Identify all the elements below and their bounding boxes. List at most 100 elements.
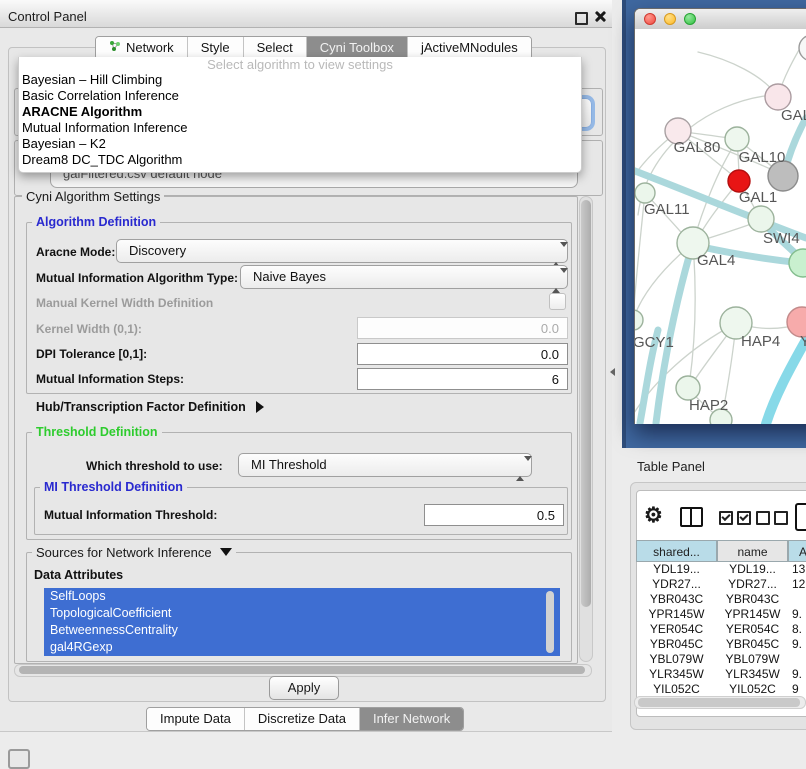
network-node-label: SWI4 <box>763 230 800 247</box>
select-all-icon[interactable] <box>719 511 751 525</box>
table-row[interactable]: YDR27...YDR27...12 <box>636 577 806 592</box>
mi-type-select[interactable]: Naive Bayes <box>240 265 568 289</box>
dropdown-item[interactable]: Basic Correlation Inference <box>19 88 582 104</box>
tab-style[interactable]: Style <box>188 37 244 59</box>
network-edge[interactable] <box>766 340 806 424</box>
app-root: { "control_panel": { "title": "Control P… <box>0 0 806 762</box>
splitter-collapse-icon[interactable] <box>610 368 615 376</box>
dropdown-item[interactable]: Mutual Information Inference <box>19 120 582 136</box>
sources-toggle[interactable]: Sources for Network Inference <box>32 545 236 560</box>
table-cell: YDR27... <box>717 577 788 592</box>
tab-network[interactable]: Network <box>96 37 188 59</box>
table-cell: 9. <box>788 607 806 622</box>
mi-threshold-field[interactable]: 0.5 <box>424 504 564 526</box>
network-node-left-small[interactable] <box>635 183 655 203</box>
stepper-icon <box>516 458 524 480</box>
table-cell <box>788 652 806 667</box>
table-row[interactable]: YIL052CYIL052C9 <box>636 682 806 697</box>
column-header-name[interactable]: name <box>717 540 788 562</box>
float-window-icon[interactable] <box>575 12 588 25</box>
table-horizontal-scrollbar[interactable] <box>634 696 806 709</box>
deselect-all-icon[interactable] <box>756 511 788 525</box>
table-cell: YBL079W <box>717 652 788 667</box>
network-edge[interactable] <box>698 52 776 94</box>
table-cell <box>788 592 806 607</box>
dropdown-item-selected[interactable]: ARACNE Algorithm <box>19 104 582 120</box>
dropdown-item[interactable]: Bayesian – K2 <box>19 136 582 152</box>
manual-kernel-label: Manual Kernel Width Definition <box>36 296 213 310</box>
table-row[interactable]: YLR345WYLR345W9. <box>636 667 806 682</box>
table-cell: 9 <box>788 682 806 697</box>
control-panel-titlebar <box>0 0 612 28</box>
stepper-icon <box>552 244 560 266</box>
minimize-traffic-light-icon[interactable] <box>664 13 676 25</box>
aracne-mode-select[interactable]: Discovery <box>116 239 568 263</box>
table-cell: YDR27... <box>636 577 717 592</box>
hub-definition-toggle[interactable]: Hub/Transcription Factor Definition <box>36 400 264 414</box>
close-traffic-light-icon[interactable] <box>644 13 656 25</box>
attribute-item-selected[interactable]: SelfLoops <box>44 588 560 605</box>
gear-icon[interactable]: ⚙ <box>644 503 663 528</box>
apply-button[interactable]: Apply <box>269 676 339 700</box>
stepper-icon <box>552 270 560 292</box>
attribute-item-selected[interactable]: gal4RGexp <box>44 639 560 656</box>
table-row[interactable]: YBL079WYBL079W <box>636 652 806 667</box>
attribute-item-selected[interactable]: BetweennessCentrality <box>44 622 560 639</box>
tab-discretize-data[interactable]: Discretize Data <box>245 708 360 730</box>
algorithm-dropdown-list: Select algorithm to view settings Bayesi… <box>18 57 582 173</box>
attribute-item-selected[interactable]: TopologicalCoefficient <box>44 605 560 622</box>
dpi-tolerance-field[interactable]: 0.0 <box>357 343 568 365</box>
table-cell: YIL052C <box>636 682 717 697</box>
tab-impute-data[interactable]: Impute Data <box>147 708 245 730</box>
network-node-gcy1[interactable] <box>635 310 643 330</box>
column-header-shared[interactable]: shared... <box>636 540 717 562</box>
table-cell: YLR345W <box>717 667 788 682</box>
network-node-label: GAL1 <box>739 189 777 206</box>
new-table-icon-partial[interactable] <box>795 503 806 531</box>
dropdown-item[interactable]: Dream8 DC_TDC Algorithm <box>19 152 582 168</box>
mi-threshold-group-title: MI Threshold Definition <box>40 480 187 494</box>
settings-vertical-scrollbar[interactable] <box>579 196 593 662</box>
table-row[interactable]: YER054CYER054C8. <box>636 622 806 637</box>
attribute-list-scrollbar[interactable] <box>546 591 554 653</box>
table-row[interactable]: YPR145WYPR145W9. <box>636 607 806 622</box>
zoom-traffic-light-icon[interactable] <box>684 13 696 25</box>
network-canvas[interactable]: GALGAL80GAL10GAL1GAL11SWI4GAL4GCY1HAP4YH… <box>635 29 806 424</box>
panel-title: Control Panel <box>8 3 87 30</box>
network-node-label: GAL4 <box>697 252 735 269</box>
close-icon[interactable] <box>595 11 606 22</box>
network-node-label: GAL <box>781 107 806 124</box>
tab-cyni-toolbox[interactable]: Cyni Toolbox <box>307 37 408 59</box>
tab-select[interactable]: Select <box>244 37 307 59</box>
table-panel-title: Table Panel <box>637 459 705 474</box>
which-threshold-select[interactable]: MI Threshold <box>238 453 532 477</box>
dropdown-item[interactable]: Bayesian – Hill Climbing <box>19 72 582 88</box>
column-view-icon[interactable] <box>680 507 703 527</box>
which-threshold-label: Which threshold to use: <box>86 459 223 473</box>
tab-infer-network[interactable]: Infer Network <box>360 708 463 730</box>
table-row[interactable]: YBR045CYBR045C9. <box>636 637 806 652</box>
table-cell: YBR043C <box>717 592 788 607</box>
table-body: YDL19...YDL19...13YDR27...YDR27...12YBR0… <box>636 562 806 702</box>
kernel-width-label: Kernel Width (0,1): <box>36 322 142 336</box>
collapse-down-icon <box>220 548 232 556</box>
mi-steps-field[interactable]: 6 <box>357 368 568 390</box>
network-node-partial-top[interactable] <box>799 35 806 61</box>
table-cell: YBR045C <box>636 637 717 652</box>
manual-kernel-checkbox[interactable] <box>549 293 566 310</box>
dropdown-prompt: Select algorithm to view settings <box>19 57 581 72</box>
kernel-width-field[interactable]: 0.0 <box>357 317 568 339</box>
network-node-gal10[interactable] <box>725 127 749 151</box>
column-header-partial[interactable]: A <box>788 540 806 562</box>
network-node-label: GCY1 <box>635 334 674 351</box>
network-view-window: GALGAL80GAL10GAL1GAL11SWI4GAL4GCY1HAP4YH… <box>634 8 806 424</box>
cyni-mode-tabs: Impute Data Discretize Data Infer Networ… <box>146 707 464 731</box>
tab-jactivemnodules[interactable]: jActiveMNodules <box>408 37 531 59</box>
bottom-left-partial-icon[interactable] <box>8 749 30 769</box>
network-window-titlebar[interactable] <box>635 9 806 30</box>
table-row[interactable]: YBR043CYBR043C <box>636 592 806 607</box>
network-node-gal1[interactable] <box>748 206 774 232</box>
data-attributes-label: Data Attributes <box>34 568 123 582</box>
table-row[interactable]: YDL19...YDL19...13 <box>636 562 806 577</box>
table-cell: YBR043C <box>636 592 717 607</box>
